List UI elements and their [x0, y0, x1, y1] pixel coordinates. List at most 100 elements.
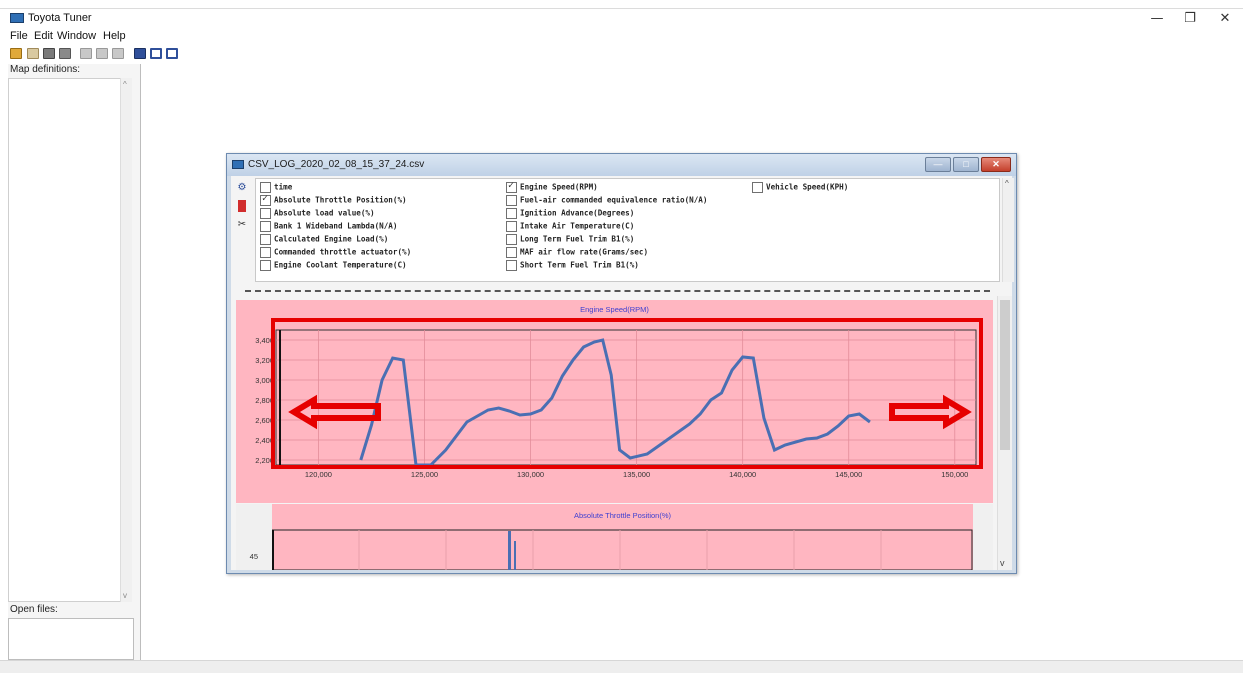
- throttle-spike: [514, 541, 516, 570]
- scroll-down-icon[interactable]: v: [123, 591, 127, 600]
- marker-icon[interactable]: [238, 200, 246, 212]
- open-files-label: Open files:: [10, 604, 58, 615]
- checkbox-box[interactable]: [260, 182, 271, 193]
- channel-checkbox[interactable]: MAF air flow rate(Grams/sec): [506, 247, 648, 258]
- x-tick-label: 145,000: [835, 470, 862, 479]
- channel-checkbox[interactable]: Bank 1 Wideband Lambda(N/A): [260, 221, 397, 232]
- checkbox-box[interactable]: [260, 234, 271, 245]
- checkbox-box[interactable]: [260, 208, 271, 219]
- cascade-icon[interactable]: [166, 48, 178, 59]
- map-definitions-label: Map definitions:: [10, 64, 81, 75]
- menu-file[interactable]: File: [10, 30, 28, 42]
- channel-checkbox[interactable]: Engine Coolant Temperature(C): [260, 260, 407, 271]
- plot-gap-right: [973, 504, 993, 570]
- checkbox-box[interactable]: [506, 195, 517, 206]
- checkbox-box[interactable]: [506, 247, 517, 258]
- channel-label: Ignition Advance(Degrees): [520, 208, 635, 218]
- channel-label: Fuel-air commanded equivalence ratio(N/A…: [520, 195, 708, 205]
- channel-checkbox[interactable]: time: [260, 182, 292, 193]
- splitter-dashed-line: [245, 290, 990, 293]
- checkbox-box[interactable]: [506, 221, 517, 232]
- x-tick-label: 130,000: [517, 470, 544, 479]
- channel-checkbox[interactable]: Short Term Fuel Trim B1(%): [506, 260, 639, 271]
- checkbox-box[interactable]: [506, 208, 517, 219]
- x-tick-label: 140,000: [729, 470, 756, 479]
- app-icon: [10, 13, 24, 23]
- channel-label: MAF air flow rate(Grams/sec): [520, 247, 649, 257]
- save-icon[interactable]: [43, 48, 55, 59]
- checkbox-box[interactable]: [260, 260, 271, 271]
- cut-icon[interactable]: [80, 48, 92, 59]
- channel-checkbox[interactable]: Ignition Advance(Degrees): [506, 208, 634, 219]
- channel-checkbox[interactable]: Long Term Fuel Trim B1(%): [506, 234, 634, 245]
- child-title-bar[interactable]: CSV_LOG_2020_02_08_15_37_24.csv — □ ✕: [227, 154, 1016, 176]
- compare-icon[interactable]: [134, 48, 146, 59]
- checkbox-box[interactable]: [506, 234, 517, 245]
- engine-speed-line: [359, 338, 871, 465]
- scroll-left-arrow-icon: [288, 394, 381, 430]
- child-body: ⚙ ✂ time Absolute Throttle Position(%) A…: [231, 176, 1014, 570]
- checkbox-box-checked[interactable]: [260, 193, 271, 206]
- x-tick-label: 150,000: [941, 470, 968, 479]
- map-definitions-list[interactable]: [8, 78, 132, 602]
- channel-label: Absolute load value(%): [274, 208, 375, 218]
- menu-window[interactable]: Window: [57, 30, 96, 42]
- child-close-button[interactable]: ✕: [981, 157, 1011, 172]
- channel-checkbox[interactable]: Calculated Engine Load(%): [260, 234, 388, 245]
- engine-speed-plot: Engine Speed(RPM) 3,400 3,200 3,000 2,800 2,…: [236, 300, 993, 503]
- x-tick-label: 135,000: [623, 470, 650, 479]
- scroll-up-icon[interactable]: ^: [1005, 179, 1009, 188]
- close-button[interactable]: ✕: [1210, 10, 1240, 28]
- channel-checkbox[interactable]: Fuel-air commanded equivalence ratio(N/A…: [506, 195, 707, 206]
- channel-checkbox[interactable]: Commanded throttle actuator(%): [260, 247, 411, 258]
- channel-label: Intake Air Temperature(C): [520, 221, 635, 231]
- channel-checklist: time Absolute Throttle Position(%) Absol…: [255, 178, 1000, 282]
- x-tick-label: 120,000: [305, 470, 332, 479]
- engine-speed-chart-svg: 3,4003,2003,0002,8002,6002,4002,200120,0…: [255, 318, 983, 479]
- checkbox-box[interactable]: [260, 247, 271, 258]
- gear-icon[interactable]: ⚙: [236, 182, 248, 194]
- x-tick-label: 125,000: [411, 470, 438, 479]
- channel-checkbox[interactable]: Vehicle Speed(KPH): [752, 182, 848, 193]
- channel-label: Engine Speed(RPM): [520, 182, 598, 192]
- menu-edit[interactable]: Edit: [34, 30, 53, 42]
- scroll-down-icon[interactable]: v: [1000, 558, 1005, 568]
- tile-icon[interactable]: [150, 48, 162, 59]
- menu-help[interactable]: Help: [103, 30, 126, 42]
- open-folder-icon[interactable]: [10, 48, 22, 59]
- checkbox-box-checked[interactable]: [506, 180, 517, 193]
- status-bar: [0, 660, 1243, 673]
- plots-scrollbar[interactable]: v: [997, 296, 1012, 570]
- maximize-button[interactable]: ❐: [1175, 10, 1205, 28]
- paste-icon[interactable]: [112, 48, 124, 59]
- throttle-chart-svg: [272, 529, 973, 570]
- channel-checkbox[interactable]: Engine Speed(RPM): [506, 180, 598, 193]
- y-tick-label: 45: [249, 552, 258, 561]
- checkbox-box[interactable]: [506, 260, 517, 271]
- scroll-up-icon[interactable]: ^: [123, 80, 127, 89]
- channel-list-scrollbar[interactable]: ^: [1002, 178, 1014, 282]
- checkbox-box[interactable]: [260, 221, 271, 232]
- title-bar: [0, 9, 1243, 29]
- csv-log-window: CSV_LOG_2020_02_08_15_37_24.csv — □ ✕ ⚙ …: [226, 153, 1017, 574]
- throttle-spike: [508, 531, 511, 570]
- open-icon[interactable]: [27, 48, 39, 59]
- checkbox-box[interactable]: [752, 182, 763, 193]
- csv-window-icon: [232, 160, 244, 169]
- open-files-list[interactable]: [8, 618, 134, 660]
- map-list-scrollbar[interactable]: ^ v: [120, 78, 132, 602]
- save-as-icon[interactable]: [59, 48, 71, 59]
- scissors-icon[interactable]: ✂: [236, 219, 248, 231]
- channel-label: Vehicle Speed(KPH): [766, 182, 849, 192]
- child-minimize-button[interactable]: —: [925, 157, 951, 172]
- app-title: Toyota Tuner: [28, 12, 92, 24]
- channel-checkbox[interactable]: Absolute Throttle Position(%): [260, 193, 407, 206]
- minimize-button[interactable]: —: [1142, 10, 1172, 28]
- channel-checkbox[interactable]: Absolute load value(%): [260, 208, 375, 219]
- channel-label: Absolute Throttle Position(%): [274, 195, 407, 205]
- copy-icon[interactable]: [96, 48, 108, 59]
- child-maximize-button[interactable]: □: [953, 157, 979, 172]
- scrollbar-thumb[interactable]: [1000, 300, 1010, 450]
- channel-checkbox[interactable]: Intake Air Temperature(C): [506, 221, 634, 232]
- panel-splitter[interactable]: [235, 285, 997, 294]
